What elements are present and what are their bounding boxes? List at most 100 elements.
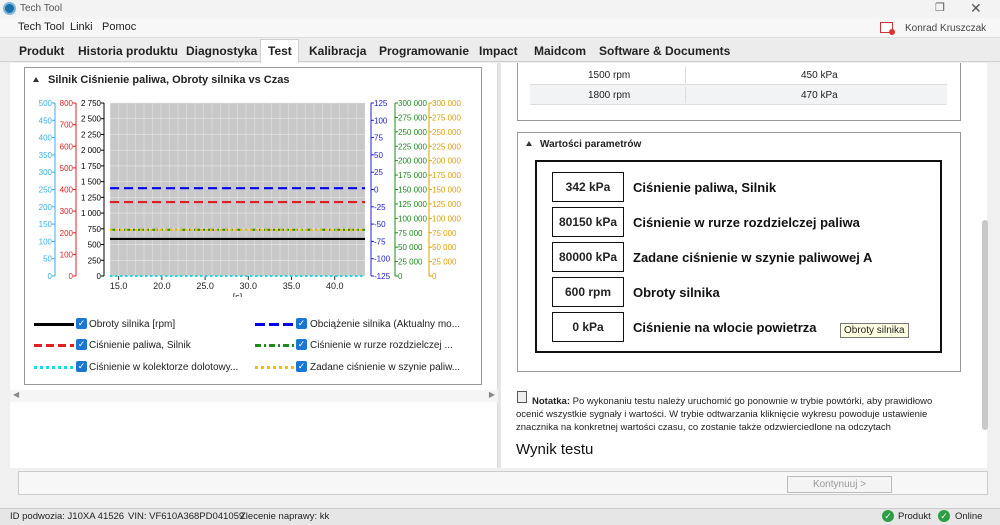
axis-tick-label: 100	[374, 116, 388, 125]
menu-linki[interactable]: Linki	[70, 21, 93, 33]
tab-programowanie[interactable]: Programowanie	[379, 44, 469, 58]
axis-tick-label: -125	[374, 272, 391, 281]
vertical-scrollbar[interactable]	[982, 220, 988, 430]
axis-tick-label: 0	[69, 272, 74, 281]
axis-tick-label: 300 000	[432, 99, 461, 108]
horizontal-scrollbar[interactable]: ◀ ▶	[10, 390, 498, 402]
note-body: Po wykonaniu testu należy uruchomić go p…	[516, 396, 933, 433]
axis-tick-label: 75 000	[398, 229, 423, 238]
online-status[interactable]: Online	[955, 511, 982, 522]
x-axis-label: [s]	[233, 292, 243, 297]
axis-tick-label: 200 000	[398, 157, 427, 166]
axis-tick-label: 100	[39, 237, 53, 246]
legend-label-rpm: Obroty silnika [rpm]	[89, 319, 176, 330]
continue-button[interactable]: Kontynuuj >	[787, 476, 892, 493]
chassis-id: ID podwozia: J10XA 41526	[10, 511, 125, 522]
column-divider	[685, 87, 686, 103]
scroll-left-icon[interactable]: ◀	[13, 390, 19, 399]
axis-tick-label: 0	[432, 272, 437, 281]
legend-line-load	[255, 323, 295, 326]
x-tick-label: 40.0	[326, 281, 344, 291]
tab-maidcom[interactable]: Maidcom	[534, 44, 586, 58]
legend-checkbox-rpm[interactable]: ✓	[76, 318, 87, 329]
legend-checkbox-intake-pressure[interactable]: ✓	[76, 361, 87, 372]
pressure-cell: 450 kPa	[801, 70, 838, 81]
axis-tick-label: 50	[374, 151, 383, 160]
legend-checkbox-rail-pressure[interactable]: ✓	[296, 339, 307, 350]
axis-tick-label: 25	[374, 168, 383, 177]
legend-line-intake-pressure	[34, 366, 74, 369]
axis-tick-label: 2 250	[81, 130, 102, 139]
tab-historia-produktu[interactable]: Historia produktu	[78, 44, 178, 58]
restore-icon[interactable]: ❐	[935, 1, 945, 14]
axis-tick-label: 100	[60, 250, 74, 259]
tab-kalibracja[interactable]: Kalibracja	[309, 44, 366, 58]
axis-tick-label: 500	[60, 164, 74, 173]
tab-diagnostyka[interactable]: Diagnostyka	[186, 44, 257, 58]
legend-checkbox-target-rail-pressure[interactable]: ✓	[296, 361, 307, 372]
axis-tick-label: 225 000	[432, 142, 461, 151]
axis-tick-label: 50 000	[398, 243, 423, 252]
axis-tick-label: 1 250	[81, 193, 102, 202]
axis-tick-label: 500	[88, 241, 102, 250]
tooltip: Obroty silnika	[840, 323, 909, 338]
menu-pomoc[interactable]: Pomoc	[102, 21, 136, 33]
axis-tick-label: -75	[374, 237, 386, 246]
vin: VIN: VF610A368PD041059	[128, 511, 245, 522]
param-label: Obroty silnika	[633, 285, 720, 300]
tab-software-documents[interactable]: Software & Documents	[599, 44, 730, 58]
x-tick-label: 35.0	[283, 281, 301, 291]
axis-tick-label: 50	[43, 255, 52, 264]
axis-tick-label: 2 750	[81, 99, 102, 108]
product-status[interactable]: Produkt	[898, 511, 931, 522]
param-value-box: 600 rpm	[552, 277, 624, 307]
table-row: 1500 rpm 450 kPa	[530, 65, 947, 85]
axis-tick-label: 200	[39, 203, 53, 212]
axis-tick-label: 25 000	[432, 258, 457, 267]
collapse-icon[interactable]	[33, 77, 39, 82]
axis-tick-label: 450	[39, 116, 53, 125]
axis-tick-label: 100 000	[432, 214, 461, 223]
window-title: Tech Tool	[20, 3, 63, 14]
column-divider	[685, 67, 686, 83]
param-value-box: 80000 kPa	[552, 242, 624, 272]
user-name[interactable]: Konrad Kruszczak	[905, 23, 986, 34]
legend-label-rail-pressure: Ciśnienie w rurze rozdzielczej ...	[310, 340, 453, 351]
x-tick-label: 25.0	[196, 281, 214, 291]
close-icon[interactable]: ✕	[970, 0, 982, 17]
axis-tick-label: 750	[88, 225, 102, 234]
axis-tick-label: -50	[374, 220, 386, 229]
axis-tick-label: 250 000	[432, 128, 461, 137]
axis-tick-label: 300 000	[398, 99, 427, 108]
param-label: Ciśnienie w rurze rozdzielczej paliwa	[633, 215, 860, 230]
scroll-right-icon[interactable]: ▶	[489, 390, 495, 399]
axis-tick-label: 300	[39, 168, 53, 177]
param-label: Ciśnienie paliwa, Silnik	[633, 180, 777, 195]
pressure-cell: 470 kPa	[801, 90, 838, 101]
chart-plot[interactable]: 5004504003503002502001501005008007006005…	[24, 97, 480, 297]
axis-tick-label: 275 000	[432, 113, 461, 122]
axis-tick-label: 700	[60, 121, 74, 130]
legend-line-fuel-pressure	[34, 344, 74, 347]
tab-impact[interactable]: Impact	[479, 44, 518, 58]
x-tick-label: 20.0	[153, 281, 171, 291]
collapse-icon[interactable]	[526, 141, 532, 146]
param-label: Ciśnienie na wlocie powietrza	[633, 320, 817, 335]
tab-test[interactable]: Test	[268, 44, 292, 58]
axis-tick-label: 0	[374, 186, 379, 195]
legend-label-fuel-pressure: Ciśnienie paliwa, Silnik	[89, 340, 191, 351]
legend-label-load: Obciążenie silnika (Aktualny mo...	[310, 319, 461, 330]
axis-tick-label: 2 000	[81, 146, 102, 155]
legend-checkbox-fuel-pressure[interactable]: ✓	[76, 339, 87, 350]
title-bar	[0, 0, 1000, 18]
axis-tick-label: 175 000	[432, 171, 461, 180]
axis-tick-label: 1 500	[81, 178, 102, 187]
user-alert-icon[interactable]	[880, 22, 895, 35]
legend-checkbox-load[interactable]: ✓	[296, 318, 307, 329]
axis-tick-label: 1 750	[81, 162, 102, 171]
legend-label-intake-pressure: Ciśnienie w kolektorze dolotowy...	[89, 362, 239, 373]
menu-tech-tool[interactable]: Tech Tool	[18, 21, 64, 33]
axis-tick-label: 300	[60, 207, 74, 216]
result-title: Wynik testu	[516, 441, 594, 458]
tab-produkt[interactable]: Produkt	[19, 44, 64, 58]
